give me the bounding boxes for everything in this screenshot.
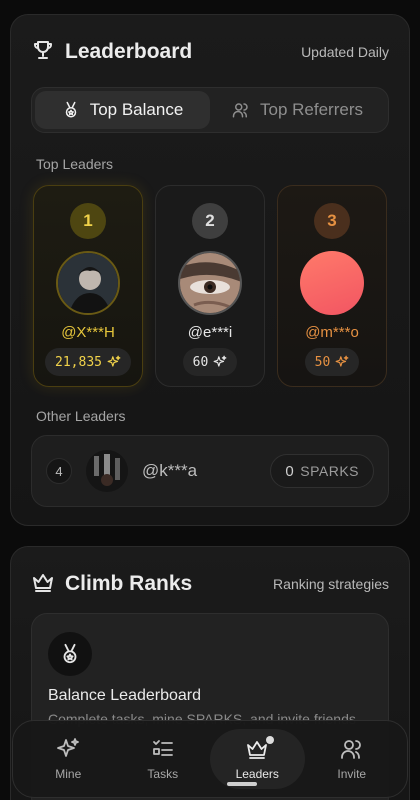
rank-number: 4 [46, 458, 72, 484]
leader-name: @k***a [142, 461, 198, 480]
avatar [56, 251, 120, 315]
climb-subtitle: Ranking strategies [273, 576, 389, 592]
other-leaders-label: Other Leaders [36, 408, 126, 424]
score-value: 21,835 [55, 354, 102, 370]
leader-card-3[interactable]: 3 @m***o 50 [277, 185, 387, 387]
score-pill: 50 [304, 348, 360, 376]
leader-name: @X***H [61, 324, 115, 341]
leader-card-1[interactable]: 1 @X***H 21,835 [33, 185, 143, 387]
tab-top-balance[interactable]: Top Balance [35, 91, 210, 129]
nav-label: Tasks [147, 767, 179, 781]
strategy-title: Balance Leaderboard [48, 687, 202, 704]
leaderboard-card: Leaderboard Updated Daily Top Balance To… [10, 14, 410, 526]
nav-leaders[interactable]: Leaders [210, 729, 305, 789]
sparkle-icon [57, 738, 80, 757]
updated-label: Updated Daily [301, 44, 389, 60]
tab-top-balance-label: Top Balance [89, 100, 184, 119]
medal-icon [65, 101, 76, 118]
nav-tasks[interactable]: Tasks [116, 729, 211, 789]
tab-top-referrers[interactable]: Top Referrers [210, 91, 385, 129]
sparks-value: 0 [285, 462, 295, 480]
leaderboard-tabs: Top Balance Top Referrers [31, 87, 389, 133]
avatar [86, 450, 128, 492]
trophy-icon [31, 38, 55, 67]
nav-invite[interactable]: Invite [305, 729, 400, 789]
score-value: 50 [314, 354, 331, 370]
avatar [178, 251, 242, 315]
rank-badge: 3 [314, 203, 350, 239]
leader-name: @m***o [305, 324, 359, 341]
crown-icon [31, 570, 55, 599]
users-icon [340, 740, 361, 759]
sparkle-icon [335, 355, 349, 367]
top-leaders-label: Top Leaders [36, 156, 114, 172]
page-title: Leaderboard [65, 40, 193, 63]
rank-badge: 1 [70, 203, 106, 239]
leaderboard-header: Leaderboard Updated Daily [31, 37, 389, 67]
users-icon [232, 103, 248, 118]
nav-mine[interactable]: Mine [21, 729, 116, 789]
active-tab-indicator [227, 782, 257, 786]
avatar [300, 251, 364, 315]
sparks-pill: 0 SPARKS [270, 454, 374, 488]
notification-dot [266, 736, 274, 744]
sparkle-icon [107, 355, 121, 367]
nav-label: Mine [55, 767, 82, 781]
tab-top-referrers-label: Top Referrers [260, 100, 363, 119]
climb-header: Climb Ranks Ranking strategies [31, 569, 389, 599]
score-pill: 60 [182, 348, 238, 376]
rank-badge: 2 [192, 203, 228, 239]
climb-title: Climb Ranks [65, 572, 193, 595]
sparkle-icon [213, 355, 227, 367]
leader-name: @e***i [187, 324, 233, 341]
leader-card-2[interactable]: 2 @e***i 60 [155, 185, 265, 387]
nav-label: Leaders [235, 767, 279, 781]
bottom-nav: Mine Tasks Leaders Invite [12, 720, 408, 798]
task-list-icon [152, 740, 173, 756]
nav-label: Invite [337, 767, 367, 781]
score-value: 60 [192, 354, 209, 370]
score-pill: 21,835 [45, 348, 131, 376]
medal-icon [48, 632, 92, 676]
list-item[interactable]: 4 @k***a 0 SPARKS [31, 435, 389, 507]
sparks-unit: SPARKS [300, 463, 359, 479]
